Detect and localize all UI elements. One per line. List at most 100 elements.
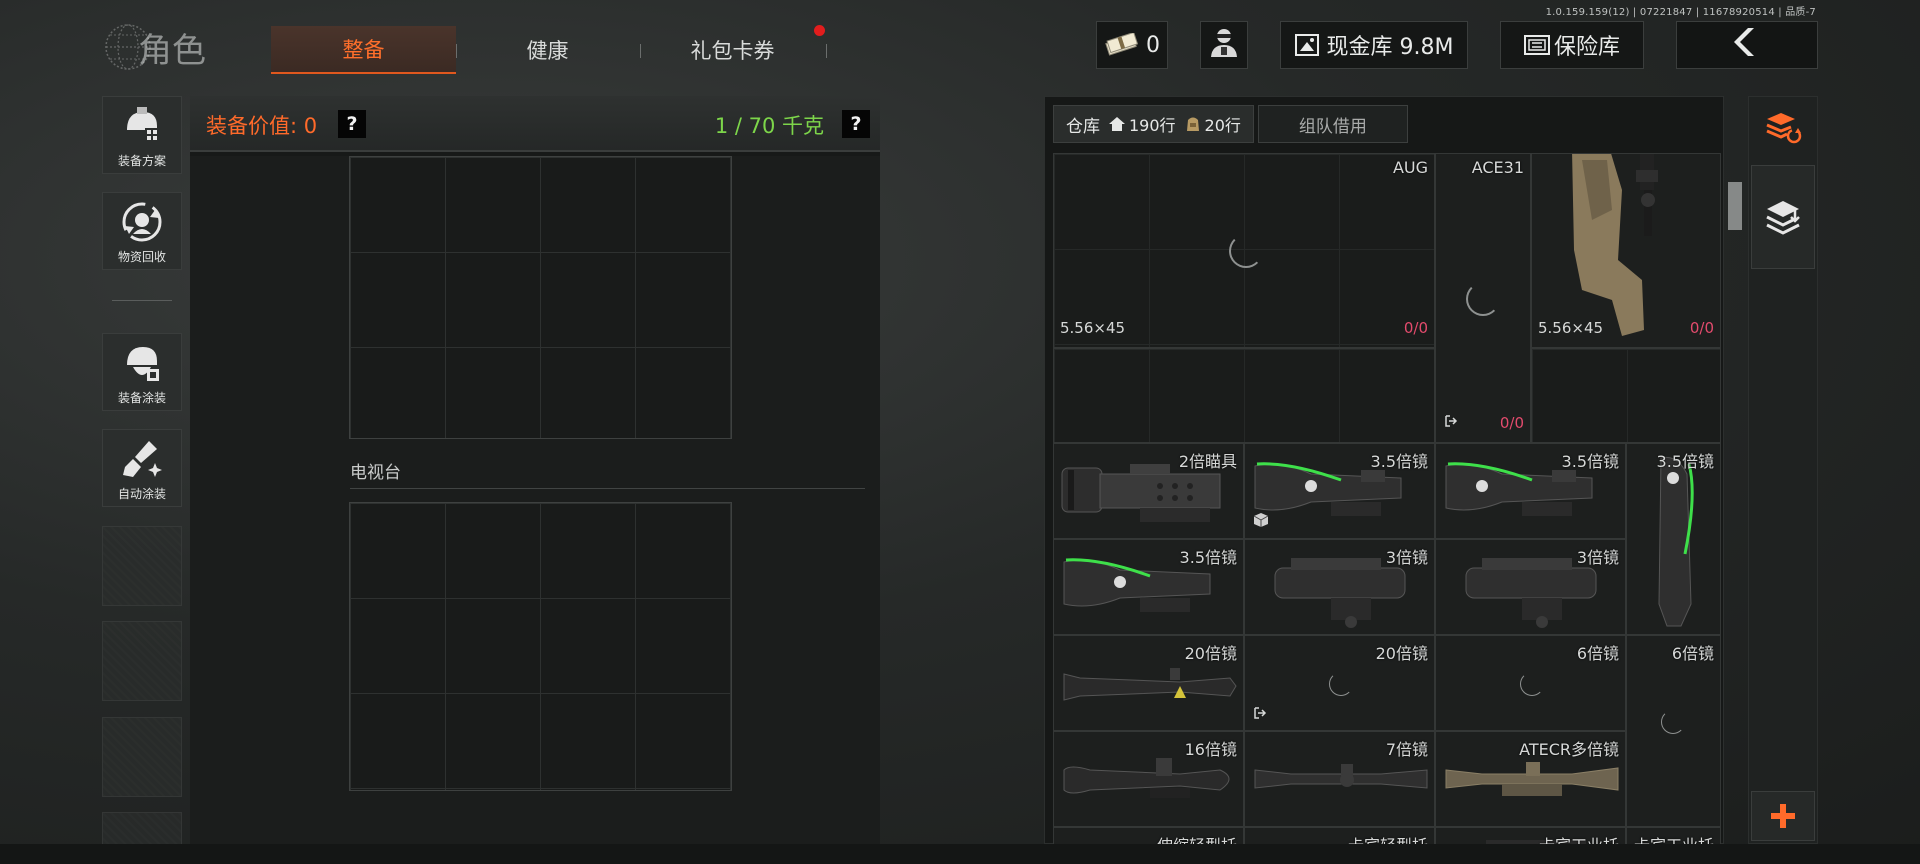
sidebar-item-label: 装备方案	[117, 154, 166, 168]
sidebar-empty-slot	[102, 717, 182, 797]
item-name: 3.5倍镜	[1179, 548, 1237, 567]
item-caliber: 5.56×45	[1538, 319, 1604, 337]
item-scope-3-5x-vertical[interactable]: 3.5倍镜	[1626, 443, 1721, 635]
cash-vault-label: 现金库 9.8M	[1326, 35, 1454, 60]
paint-helmet-icon	[118, 340, 166, 386]
warehouse-tabs: 仓库 190行 20行 组队借用	[1053, 105, 1408, 143]
item-stock-carbine-industrial[interactable]: 卡宾工业托	[1435, 827, 1626, 845]
warehouse-scrollbar[interactable]	[1728, 182, 1742, 230]
item-name: ATECR多倍镜	[1519, 740, 1619, 759]
item-scope-3-5x[interactable]: 3.5倍镜	[1435, 443, 1626, 539]
item-rifle[interactable]: 5.56×45 0/0	[1531, 153, 1721, 348]
item-name: 3.5倍镜	[1561, 452, 1619, 471]
item-stock-carbine-light[interactable]: 卡宾轻型托	[1244, 827, 1435, 845]
warehouse-grid: AUG 5.56×45 0/0 ACE31 0/0 5.56×45 0/0 2倍…	[1053, 153, 1721, 845]
equipment-slot-grid[interactable]	[349, 156, 732, 439]
sidebar-item-equip-paint[interactable]: 装备涂装	[102, 333, 182, 411]
item-scope-2x[interactable]: 2倍瞄具	[1053, 443, 1244, 539]
exit-icon	[1444, 413, 1458, 432]
equipment-panel: 装备价值: 0 ? 1 / 70 千克 ? 电视台	[190, 96, 880, 844]
item-scope-atecr[interactable]: ATECR多倍镜	[1435, 731, 1626, 827]
stash-deposit-button[interactable]	[1751, 165, 1815, 269]
item-scope-7x[interactable]: 7倍镜	[1244, 731, 1435, 827]
cash-counter[interactable]: 0	[1096, 21, 1168, 69]
item-scope-20x[interactable]: 20倍镜	[1244, 635, 1435, 731]
weight-counter: 1 / 70 千克	[714, 114, 824, 138]
layers-download-icon	[1766, 201, 1800, 235]
safe-label: 保险库	[1553, 35, 1620, 60]
tab-health[interactable]: 健康	[470, 26, 625, 74]
plus-icon	[1771, 804, 1795, 828]
item-scope-6x[interactable]: 6倍镜	[1435, 635, 1626, 731]
add-button[interactable]	[1751, 791, 1815, 841]
grid-empty-area	[1531, 348, 1721, 443]
scope-atecr-image	[1445, 762, 1619, 796]
back-button[interactable]	[1676, 21, 1818, 69]
tab-equip-label: 整备	[342, 38, 385, 62]
item-scope-20x[interactable]: 20倍镜	[1053, 635, 1244, 731]
item-scope-6x[interactable]: 6倍镜	[1626, 635, 1721, 827]
safe-icon	[1523, 34, 1550, 56]
sidebar-item-label: 物资回收	[117, 250, 166, 264]
item-ace31[interactable]: ACE31 0/0	[1435, 153, 1531, 443]
sidebar-item-loadout-plan[interactable]: 装备方案	[102, 96, 182, 174]
tab-equip[interactable]: 整备	[271, 26, 456, 74]
safe-button[interactable]: 保险库	[1500, 21, 1644, 69]
equipment-body: 电视台	[190, 156, 880, 844]
item-scope-16x[interactable]: 16倍镜	[1053, 731, 1244, 827]
sidebar-empty-slot	[102, 621, 182, 701]
cube-icon	[1253, 512, 1269, 532]
item-name: 3.5倍镜	[1370, 452, 1428, 471]
backpack-icon	[1186, 117, 1199, 131]
item-scope-3x[interactable]: 3倍镜	[1244, 539, 1435, 635]
value-help-button[interactable]: ?	[338, 110, 366, 138]
item-scope-3-5x[interactable]: 3.5倍镜	[1244, 443, 1435, 539]
cash-count: 0	[1146, 32, 1160, 58]
sidebar-item-auto-paint[interactable]: 自动涂装	[102, 429, 182, 507]
item-stock-telescopic-light[interactable]: 伸缩轻型托	[1053, 827, 1244, 845]
loading-spinner-icon	[1661, 710, 1685, 734]
tab-separator	[456, 44, 457, 58]
item-name: 2倍瞄具	[1178, 452, 1237, 471]
stack-refresh-icon	[1766, 113, 1802, 144]
item-scope-3x[interactable]: 3倍镜	[1435, 539, 1626, 635]
tab-team-borrow[interactable]: 组队借用	[1257, 105, 1408, 143]
item-ammo-count: 0/0	[1689, 319, 1714, 337]
sidebar-item-label: 自动涂装	[117, 487, 166, 501]
sort-stack-button[interactable]	[1751, 101, 1815, 155]
warehouse-panel: 仓库 190行 20行 组队借用 AUG 5.56×45 0/0 ACE31 0…	[1044, 96, 1724, 845]
item-name: 3倍镜	[1576, 548, 1619, 567]
item-ammo-count: 0/0	[1403, 319, 1428, 337]
top-bar: 角色 整备 健康 礼包卡券 0 现金库 9.8M 保险库	[0, 14, 1920, 80]
vault-icon	[1294, 34, 1319, 56]
cash-vault-button[interactable]: 现金库 9.8M	[1280, 21, 1468, 69]
sidebar-item-recycle[interactable]: 物资回收	[102, 192, 182, 270]
section-divider	[350, 488, 865, 489]
item-name: 3倍镜	[1385, 548, 1428, 567]
item-aug[interactable]: AUG 5.56×45 0/0	[1053, 153, 1435, 348]
equipment-header: 装备价值: 0 ? 1 / 70 千克 ?	[190, 96, 880, 152]
loading-spinner-icon	[1520, 672, 1544, 696]
loading-spinner-icon	[1466, 282, 1500, 316]
auto-paint-icon	[118, 436, 166, 482]
item-stock-carbine-industrial[interactable]: 卡宾工业托	[1626, 827, 1721, 845]
money-icon	[1104, 33, 1138, 57]
tab-warehouse[interactable]: 仓库 190行 20行	[1053, 105, 1254, 143]
exit-icon	[1253, 705, 1267, 724]
bottom-strip	[0, 844, 1920, 864]
tv-station-grid[interactable]	[349, 502, 732, 791]
bag-rows: 20行	[1184, 112, 1241, 136]
scope-3-5x-image	[1658, 456, 1694, 627]
tab-team-borrow-label: 组队借用	[1298, 116, 1367, 137]
sidebar-divider	[112, 300, 172, 301]
tv-station-label: 电视台	[350, 463, 401, 483]
item-name: 20倍镜	[1184, 644, 1237, 663]
tab-gift-cards[interactable]: 礼包卡券	[655, 26, 810, 74]
item-name: ACE31	[1471, 158, 1524, 177]
operator-button[interactable]	[1200, 21, 1248, 69]
item-scope-3-5x[interactable]: 3.5倍镜	[1053, 539, 1244, 635]
item-caliber: 5.56×45	[1060, 319, 1126, 337]
item-name: 20倍镜	[1375, 644, 1428, 663]
item-ammo-count: 0/0	[1499, 414, 1524, 432]
weight-help-button[interactable]: ?	[842, 110, 870, 138]
